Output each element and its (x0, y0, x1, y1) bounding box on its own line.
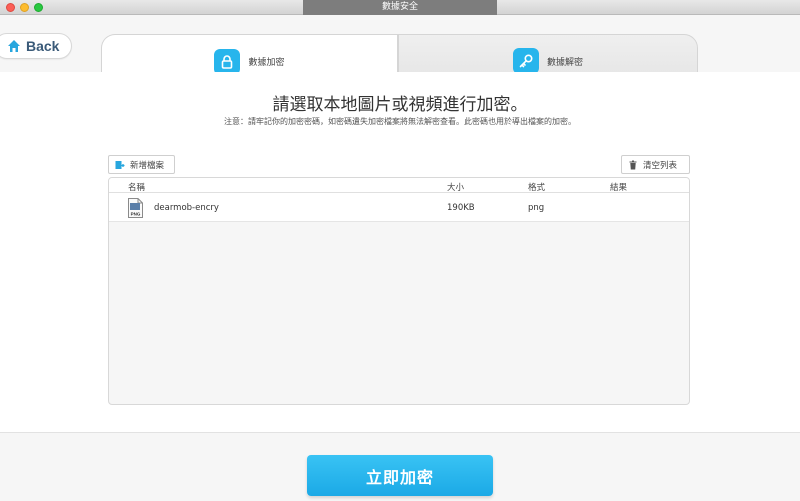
table-row[interactable]: PNG dearmob-encry 190KB png (109, 193, 689, 222)
add-file-button[interactable]: 新增檔案 (108, 155, 175, 174)
file-format: png (528, 203, 545, 213)
add-file-label: 新增檔案 (130, 160, 165, 171)
png-file-icon-label: PNG (131, 212, 141, 217)
column-header-size: 大小 (447, 183, 465, 193)
window-title: 數據安全 (303, 0, 497, 15)
file-size: 190KB (447, 203, 475, 213)
maximize-window-button[interactable] (34, 3, 43, 12)
header-area: Back 數據加密 數據解密 (0, 15, 800, 88)
column-header-name: 名稱 (128, 183, 146, 193)
key-icon (512, 48, 539, 74)
lock-icon (214, 48, 241, 75)
trash-icon (629, 160, 637, 169)
table-header: 名稱 大小 格式 結果 (109, 178, 689, 193)
title-bar: 數據安全 (0, 0, 800, 15)
footer: 立即加密 (0, 432, 800, 501)
password-note: 注意：請牢記你的加密密碼，如密碼遺失加密檔案將無法解密查看。此密碼也用於導出檔案… (224, 117, 576, 126)
minimize-window-button[interactable] (20, 3, 29, 12)
back-button[interactable]: Back (0, 33, 72, 59)
column-header-format: 格式 (528, 183, 546, 193)
png-file-icon: PNG (128, 198, 143, 218)
home-icon (8, 40, 20, 52)
back-label: Back (26, 38, 60, 54)
encrypt-now-button[interactable]: 立即加密 (307, 455, 493, 496)
file-table: 名稱 大小 格式 結果 PNG dearmob-encry 190KB png (108, 177, 690, 405)
file-name: dearmob-encry (154, 203, 219, 213)
column-header-result: 結果 (610, 183, 628, 193)
add-file-icon (115, 160, 125, 169)
tab-encrypt-label: 數據加密 (248, 58, 285, 68)
clear-list-label: 清空列表 (643, 160, 678, 171)
page-headline: 請選取本地圖片或視頻進行加密。 (272, 95, 528, 115)
close-window-button[interactable] (6, 3, 15, 12)
clear-list-button[interactable]: 清空列表 (621, 155, 690, 174)
main-panel: 請選取本地圖片或視頻進行加密。 注意：請牢記你的加密密碼，如密碼遺失加密檔案將無… (0, 72, 800, 432)
tab-decrypt-label: 數據解密 (546, 57, 583, 68)
